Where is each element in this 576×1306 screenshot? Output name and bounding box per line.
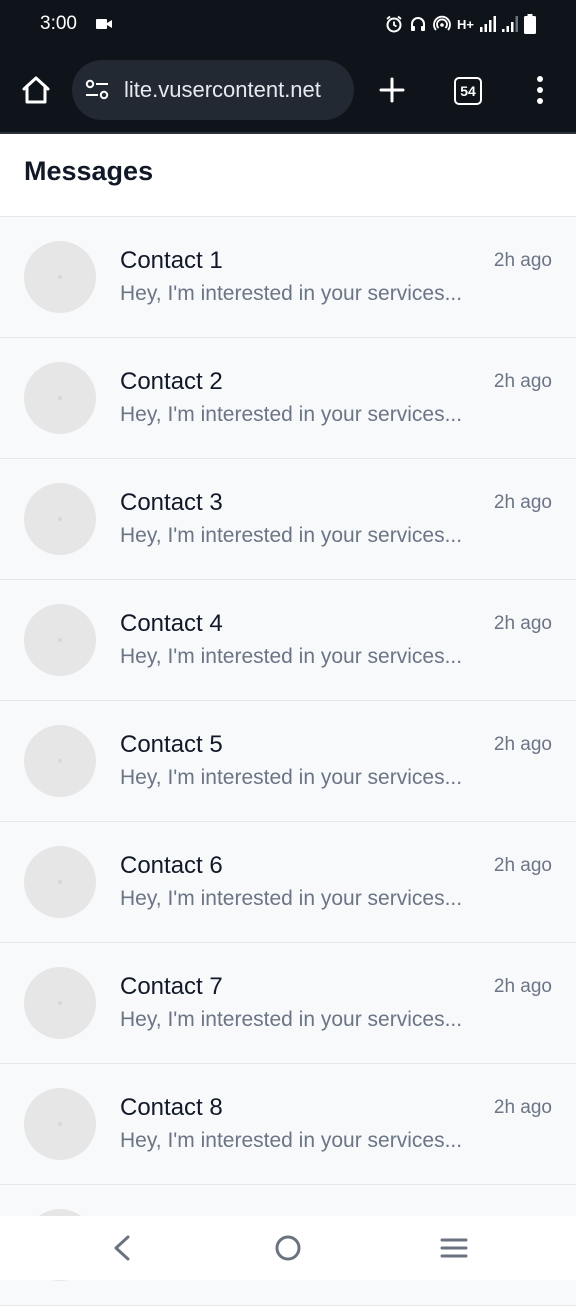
network-type-label: H+ — [457, 16, 474, 32]
hotspot-icon — [433, 15, 451, 31]
avatar — [24, 846, 96, 918]
contact-name: Contact 5 — [120, 731, 223, 758]
contact-name: Contact 8 — [120, 1094, 223, 1121]
plus-icon[interactable] — [376, 74, 408, 106]
message-preview: Hey, I'm interested in your services... — [120, 645, 463, 668]
contact-name: Contact 7 — [120, 973, 223, 1000]
message-row[interactable]: Contact 4 Hey, I'm interested in your se… — [0, 580, 576, 701]
home-circle-icon[interactable] — [274, 1234, 302, 1262]
more-vert-icon[interactable] — [532, 74, 548, 106]
status-time: 3:00 — [40, 13, 77, 34]
avatar — [24, 967, 96, 1039]
message-preview: Hey, I'm interested in your services... — [120, 403, 463, 426]
page-title: Messages — [24, 156, 154, 186]
video-camera-icon — [96, 19, 112, 29]
contact-name: Contact 3 — [120, 489, 223, 516]
system-navigation-bar — [0, 1216, 576, 1280]
message-row[interactable]: Contact 5 Hey, I'm interested in your se… — [0, 701, 576, 822]
message-preview: Hey, I'm interested in your services... — [120, 1008, 463, 1031]
status-bar: 3:00 H+ — [0, 0, 576, 48]
site-settings-icon[interactable] — [84, 77, 110, 103]
avatar — [24, 362, 96, 434]
avatar — [24, 1088, 96, 1160]
contact-name: Contact 4 — [120, 610, 223, 637]
browser-toolbar: lite.vusercontent.net 54 — [0, 48, 576, 134]
message-time: 2h ago — [493, 250, 552, 271]
avatar — [24, 483, 96, 555]
battery-icon — [524, 14, 536, 34]
contact-name: Contact 1 — [120, 247, 223, 274]
recents-menu-icon[interactable] — [440, 1236, 468, 1260]
message-time: 2h ago — [493, 855, 552, 876]
url-text: lite.vusercontent.net — [124, 77, 321, 102]
message-time: 2h ago — [493, 613, 552, 634]
message-row[interactable]: Contact 8 Hey, I'm interested in your se… — [0, 1064, 576, 1185]
signal-icon — [480, 16, 496, 32]
page-header: Messages — [0, 134, 576, 217]
home-icon[interactable] — [18, 72, 54, 108]
message-time: 2h ago — [493, 371, 552, 392]
avatar — [24, 241, 96, 313]
message-time: 2h ago — [493, 1097, 552, 1118]
avatar — [24, 725, 96, 797]
message-time: 2h ago — [493, 976, 552, 997]
message-row[interactable]: Contact 2 Hey, I'm interested in your se… — [0, 338, 576, 459]
avatar — [24, 604, 96, 676]
contact-name: Contact 6 — [120, 852, 223, 879]
message-preview: Hey, I'm interested in your services... — [120, 887, 463, 910]
signal-icon — [502, 16, 518, 32]
tab-switcher-button[interactable]: 54 — [454, 77, 482, 105]
back-icon[interactable] — [110, 1234, 134, 1262]
message-list: Contact 1 Hey, I'm interested in your se… — [0, 217, 576, 1306]
message-preview: Hey, I'm interested in your services... — [120, 282, 463, 305]
message-preview: Hey, I'm interested in your services... — [120, 1129, 463, 1152]
headphones-icon — [411, 17, 426, 31]
message-preview: Hey, I'm interested in your services... — [120, 524, 463, 547]
status-icons: H+ — [385, 12, 536, 36]
contact-name: Contact 2 — [120, 368, 223, 395]
message-row[interactable]: Contact 7 Hey, I'm interested in your se… — [0, 943, 576, 1064]
message-row[interactable]: Contact 6 Hey, I'm interested in your se… — [0, 822, 576, 943]
alarm-icon — [386, 15, 402, 33]
message-time: 2h ago — [493, 492, 552, 513]
address-bar[interactable]: lite.vusercontent.net — [72, 60, 354, 120]
message-row[interactable]: Contact 1 Hey, I'm interested in your se… — [0, 217, 576, 338]
message-row[interactable]: Contact 3 Hey, I'm interested in your se… — [0, 459, 576, 580]
tab-count: 54 — [460, 83, 476, 99]
message-preview: Hey, I'm interested in your services... — [120, 766, 463, 789]
message-time: 2h ago — [493, 734, 552, 755]
